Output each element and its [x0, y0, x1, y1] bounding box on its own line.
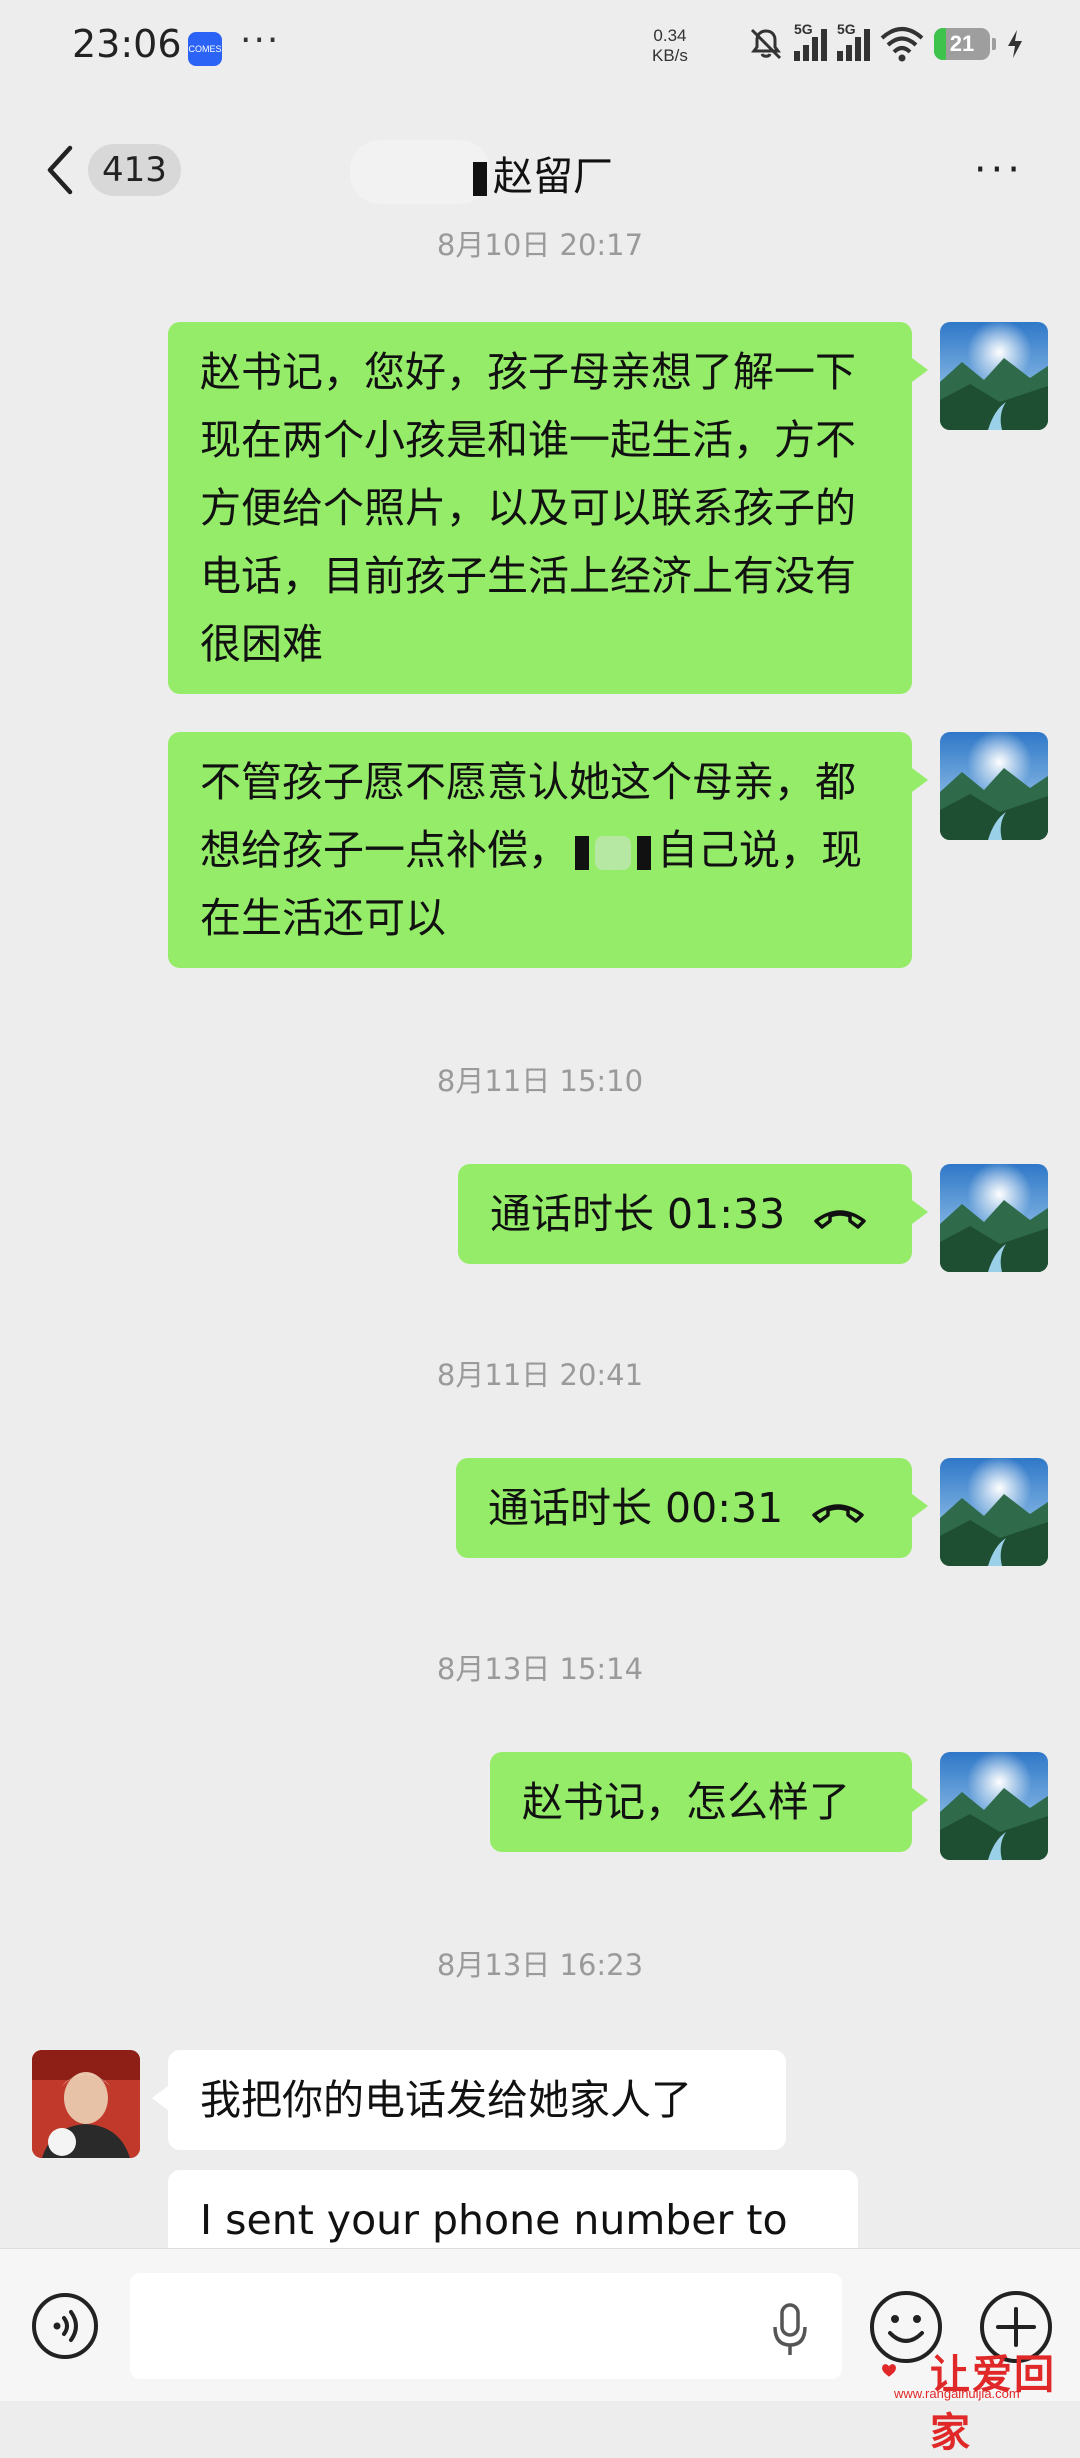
message-timestamp: 8月13日 16:23: [436, 1948, 644, 1982]
landscape-avatar-image: [940, 322, 1048, 430]
watermark-url: www.rangaihuijia.com: [894, 2386, 1020, 2401]
network-speed-value: 0.34: [653, 26, 687, 45]
phone-hangup-icon: [812, 1504, 864, 1523]
message-text: I sent your phone number to: [200, 2196, 788, 2244]
redaction-mark: [637, 836, 651, 870]
call-record-bubble[interactable]: 通话时长 00:31: [456, 1458, 928, 1558]
landscape-avatar-image: [940, 732, 1048, 840]
my-avatar[interactable]: [940, 322, 1048, 430]
network-speed: 0.34 KB/s: [652, 26, 688, 66]
redaction-blur: [595, 836, 631, 870]
battery-level: 21: [949, 31, 975, 56]
landscape-avatar-image: [940, 1164, 1048, 1272]
message-text: 赵书记，您好，孩子母亲想了解一下现在两个小孩是和谁一起生活，方不方便给个照片，以…: [200, 348, 856, 668]
person-photo-avatar: [32, 2050, 140, 2158]
more-options-button[interactable]: ···: [974, 150, 1024, 190]
redaction-mark: [575, 836, 589, 870]
outgoing-message-bubble[interactable]: 赵书记，您好，孩子母亲想了解一下现在两个小孩是和谁一起生活，方不方便给个照片，以…: [168, 322, 928, 694]
my-avatar[interactable]: [940, 1752, 1048, 1860]
status-time: 23:06: [72, 22, 182, 66]
contact-avatar[interactable]: [32, 2050, 140, 2158]
voice-icon[interactable]: [30, 2291, 100, 2361]
call-duration-text: 通话时长 01:33: [490, 1190, 786, 1238]
landscape-avatar-image: [940, 1458, 1048, 1566]
message-text: 赵书记，怎么样了: [522, 1778, 850, 1826]
battery-icon: 21: [934, 28, 996, 60]
wifi-icon: [880, 27, 924, 62]
network-speed-unit: KB/s: [652, 46, 688, 65]
mic-icon[interactable]: [770, 2301, 810, 2357]
my-avatar[interactable]: [940, 1164, 1048, 1272]
more-notifications-icon: ···: [240, 20, 281, 61]
message-text: 我把你的电话发给她家人了: [200, 2076, 692, 2124]
mute-bell-icon: [750, 28, 782, 60]
signal-type-label: 5G: [794, 21, 813, 37]
signal-icon: 5G: [837, 21, 870, 61]
incoming-message-bubble[interactable]: 我把你的电话发给她家人了: [152, 2050, 786, 2150]
charging-icon: [1008, 30, 1022, 58]
message-timestamp: 8月10日 20:17: [436, 228, 644, 262]
message-input[interactable]: [130, 2273, 842, 2379]
message-timestamp: 8月11日 15:10: [436, 1064, 644, 1098]
outgoing-message-bubble[interactable]: 赵书记，怎么样了: [490, 1752, 928, 1852]
my-avatar[interactable]: [940, 1458, 1048, 1566]
signal-type-label: 5G: [837, 21, 856, 37]
status-bar: 23:06 COMES ··· 0.34 KB/s 5G 5G 21: [0, 0, 1080, 100]
chat-title: 赵留厂: [0, 144, 1080, 202]
message-timestamp: 8月13日 15:14: [436, 1652, 644, 1686]
call-record-bubble[interactable]: 通话时长 01:33: [458, 1164, 928, 1264]
phone-hangup-icon: [814, 1210, 866, 1229]
message-timestamp: 8月11日 20:41: [436, 1358, 644, 1392]
landscape-avatar-image: [940, 1752, 1048, 1860]
redaction-mark: [473, 162, 487, 196]
chat-header: 413 赵留厂 ···: [0, 100, 1080, 240]
incoming-message-bubble[interactable]: I sent your phone number to: [168, 2170, 858, 2248]
my-avatar[interactable]: [940, 732, 1048, 840]
outgoing-message-bubble[interactable]: 不管孩子愿不愿意认她这个母亲，都想给孩子一点补偿， 自己说，现在生活还可以: [168, 732, 928, 968]
app-notification-icon: COMES: [188, 32, 222, 66]
chat-title-text: 赵留厂: [493, 154, 613, 200]
signal-icon: 5G: [794, 21, 827, 61]
call-duration-text: 通话时长 00:31: [488, 1484, 784, 1532]
status-icons: 5G 5G 21: [748, 21, 1024, 62]
